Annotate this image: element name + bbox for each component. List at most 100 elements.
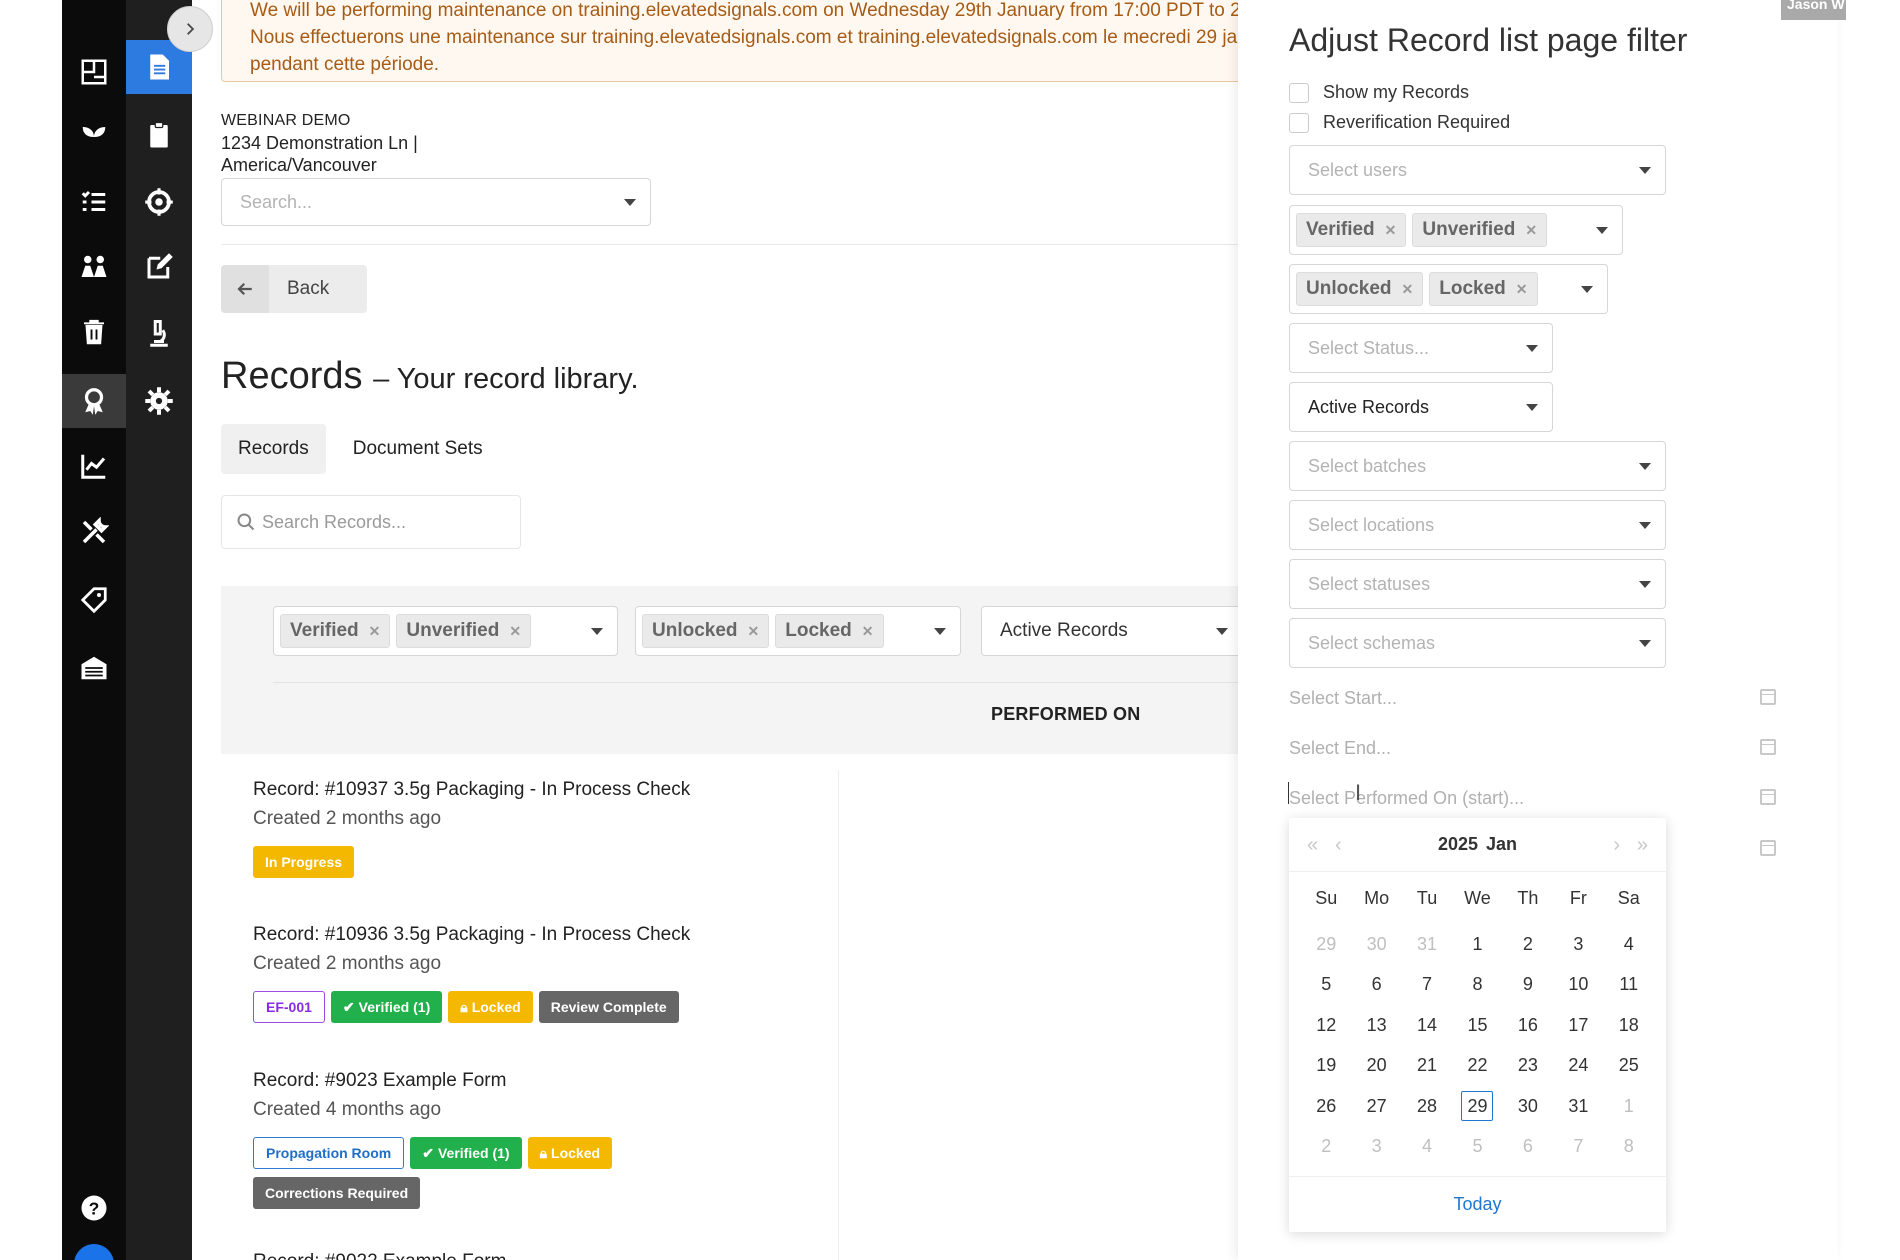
microscope-icon[interactable] xyxy=(137,312,181,356)
award-icon[interactable] xyxy=(72,379,116,423)
calendar-day[interactable]: 30 xyxy=(1351,924,1401,965)
tag-unverified[interactable]: Unverified ✕ xyxy=(1412,213,1548,247)
panel-verification-select[interactable]: Verified ✕ Unverified ✕ xyxy=(1289,205,1623,255)
calendar-day[interactable]: 1 xyxy=(1604,1086,1654,1127)
status-select[interactable]: Select Status... xyxy=(1289,323,1553,373)
active-records-select[interactable]: Active Records xyxy=(981,606,1238,656)
trash-icon[interactable] xyxy=(72,310,116,354)
calendar-day[interactable]: 4 xyxy=(1402,1127,1452,1168)
panel-lock-select[interactable]: Unlocked ✕ Locked ✕ xyxy=(1289,264,1608,314)
tab-document-sets[interactable]: Document Sets xyxy=(336,424,500,474)
close-icon[interactable]: ✕ xyxy=(509,623,521,640)
calendar-day[interactable]: 28 xyxy=(1402,1086,1452,1127)
calendar-day[interactable]: 3 xyxy=(1553,924,1603,965)
list-item[interactable]: Record: #10936 3.5g Packaging - In Proce… xyxy=(253,921,690,1023)
users-select[interactable]: Select users xyxy=(1289,145,1666,195)
tag-verified[interactable]: Verified ✕ xyxy=(1296,213,1407,247)
list-icon[interactable] xyxy=(72,180,116,224)
tag-unlocked[interactable]: Unlocked ✕ xyxy=(642,614,770,648)
tag-verified[interactable]: Verified ✕ xyxy=(280,614,391,648)
calendar-day[interactable]: 25 xyxy=(1604,1046,1654,1087)
calendar-icon[interactable] xyxy=(1760,840,1776,856)
target-icon[interactable] xyxy=(137,180,181,224)
close-icon[interactable]: ✕ xyxy=(369,623,381,640)
close-icon[interactable]: ✕ xyxy=(1525,222,1537,239)
avatar[interactable] xyxy=(74,1244,114,1260)
edit-icon[interactable] xyxy=(137,245,181,289)
tag-locked[interactable]: Locked ✕ xyxy=(775,614,884,648)
calendar-year[interactable]: 2025 xyxy=(1438,834,1478,854)
record-title[interactable]: Record: #9022 Example Form xyxy=(253,1248,506,1260)
calendar-day[interactable]: 21 xyxy=(1402,1046,1452,1087)
calendar-day[interactable]: 6 xyxy=(1503,1127,1553,1168)
tag-unverified[interactable]: Unverified ✕ xyxy=(396,614,532,648)
calendar-day[interactable]: 5 xyxy=(1452,1127,1502,1168)
search-records-input[interactable]: Search Records... xyxy=(221,495,521,549)
calendar-day[interactable]: 8 xyxy=(1604,1127,1654,1168)
calendar-icon[interactable] xyxy=(1760,689,1776,705)
verification-filter-select[interactable]: Verified ✕ Unverified ✕ xyxy=(273,606,618,656)
calendar-day[interactable]: 20 xyxy=(1351,1046,1401,1087)
tag-unlocked[interactable]: Unlocked ✕ xyxy=(1296,272,1424,306)
calendar-day[interactable]: 23 xyxy=(1503,1046,1553,1087)
performed-start-input[interactable]: Select Performed On (start)... xyxy=(1289,777,1776,819)
clipboard-icon[interactable] xyxy=(137,113,181,157)
calendar-day[interactable]: 17 xyxy=(1553,1005,1603,1046)
schemas-select[interactable]: Select schemas xyxy=(1289,618,1666,668)
help-icon[interactable]: ? xyxy=(72,1186,116,1230)
statuses-select[interactable]: Select statuses xyxy=(1289,559,1666,609)
close-icon[interactable]: ✕ xyxy=(1385,222,1397,239)
record-title[interactable]: Record: #10937 3.5g Packaging - In Proce… xyxy=(253,776,690,804)
calendar-day[interactable]: 7 xyxy=(1402,965,1452,1006)
locations-select[interactable]: Select locations xyxy=(1289,500,1666,550)
list-item[interactable]: Record: #9022 Example Form xyxy=(253,1248,506,1260)
calendar-day[interactable]: 16 xyxy=(1503,1005,1553,1046)
calendar-day[interactable]: 8 xyxy=(1452,965,1502,1006)
calendar-day[interactable]: 3 xyxy=(1351,1127,1401,1168)
calendar-day[interactable]: 15 xyxy=(1452,1005,1502,1046)
tools-icon[interactable] xyxy=(72,510,116,554)
location-search-select[interactable]: Search... xyxy=(221,178,651,226)
calendar-day[interactable]: 13 xyxy=(1351,1005,1401,1046)
warehouse-icon[interactable] xyxy=(72,646,116,690)
close-icon[interactable]: ✕ xyxy=(748,623,760,640)
calendar-day[interactable]: 30 xyxy=(1503,1086,1553,1127)
calendar-day[interactable]: 11 xyxy=(1604,965,1654,1006)
back-button[interactable]: Back xyxy=(221,265,367,313)
dashboard-icon[interactable] xyxy=(72,50,116,94)
prev-month-icon[interactable]: ‹ xyxy=(1335,834,1342,857)
team-icon[interactable] xyxy=(72,245,116,289)
calendar-day[interactable]: 2 xyxy=(1301,1127,1351,1168)
calendar-day[interactable]: 27 xyxy=(1351,1086,1401,1127)
list-item[interactable]: Record: #9023 Example Form Created 4 mon… xyxy=(253,1067,683,1209)
plant-icon[interactable] xyxy=(72,115,116,159)
record-title[interactable]: Record: #9023 Example Form xyxy=(253,1067,683,1095)
calendar-day[interactable]: 26 xyxy=(1301,1086,1351,1127)
calendar-day[interactable]: 6 xyxy=(1351,965,1401,1006)
calendar-icon[interactable] xyxy=(1760,789,1776,805)
start-date-input[interactable]: Select Start... xyxy=(1289,677,1776,719)
calendar-day[interactable]: 7 xyxy=(1553,1127,1603,1168)
calendar-day[interactable]: 18 xyxy=(1604,1005,1654,1046)
settings-icon[interactable] xyxy=(137,379,181,423)
calendar-day[interactable]: 4 xyxy=(1604,924,1654,965)
column-header-performed-on[interactable]: PERFORMED ON xyxy=(991,704,1140,725)
calendar-day[interactable]: 31 xyxy=(1402,924,1452,965)
record-title[interactable]: Record: #10936 3.5g Packaging - In Proce… xyxy=(253,921,690,949)
document-icon[interactable] xyxy=(137,45,181,89)
close-icon[interactable]: ✕ xyxy=(1516,281,1528,298)
calendar-day[interactable]: 1 xyxy=(1452,924,1502,965)
calendar-day[interactable]: 10 xyxy=(1553,965,1603,1006)
calendar-day[interactable]: 29 xyxy=(1452,1086,1502,1127)
end-date-input[interactable]: Select End... xyxy=(1289,727,1776,769)
show-my-records-checkbox[interactable]: Show my Records xyxy=(1289,82,1469,103)
close-icon[interactable]: ✕ xyxy=(1402,281,1414,298)
calendar-day[interactable]: 12 xyxy=(1301,1005,1351,1046)
calendar-icon[interactable] xyxy=(1760,739,1776,755)
calendar-day[interactable]: 24 xyxy=(1553,1046,1603,1087)
tag-locked[interactable]: Locked ✕ xyxy=(1429,272,1538,306)
prev-year-icon[interactable]: « xyxy=(1307,834,1318,857)
tag-icon[interactable] xyxy=(72,578,116,622)
next-month-icon[interactable]: › xyxy=(1613,834,1620,857)
calendar-day[interactable]: 5 xyxy=(1301,965,1351,1006)
